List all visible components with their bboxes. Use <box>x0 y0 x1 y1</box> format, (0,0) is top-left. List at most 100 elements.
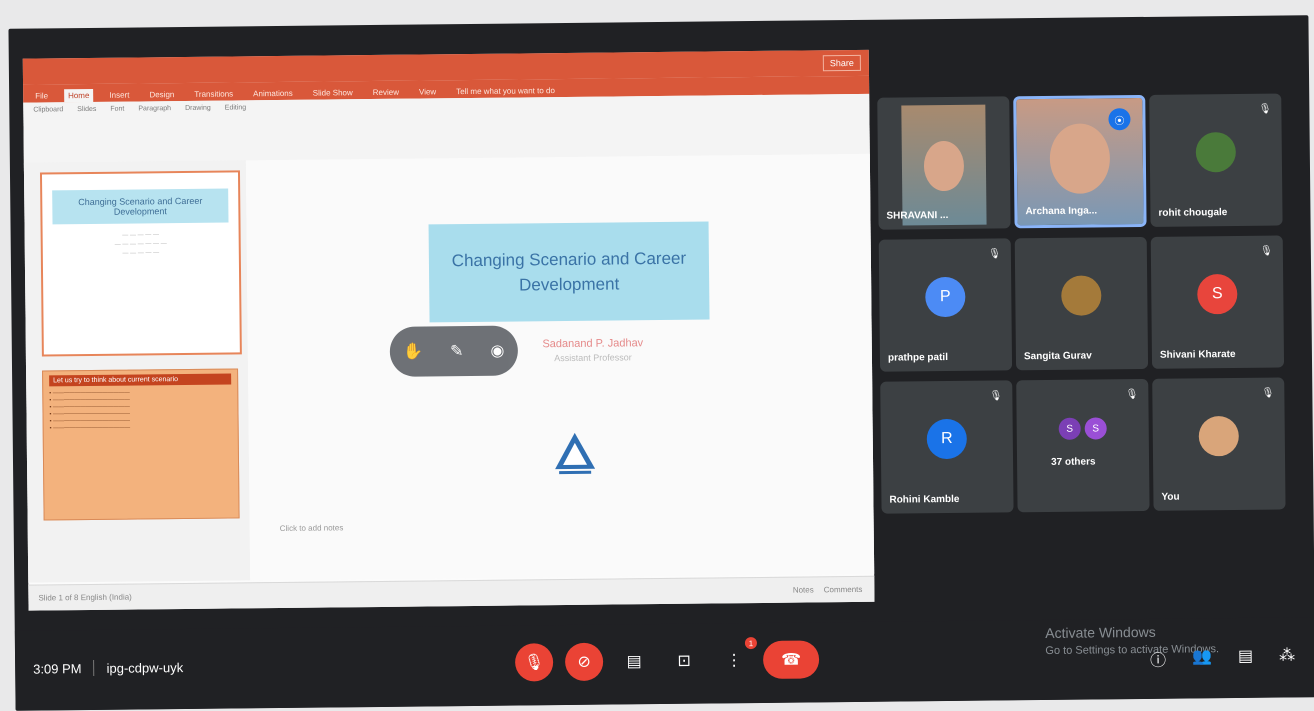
participant-tile[interactable]: 🎙 P prathpe patil <box>878 238 1013 372</box>
avatar <box>1195 131 1237 173</box>
avatar: S <box>1084 417 1107 440</box>
right-controls: ⓘ 👥 ▤ ⁂ <box>1150 645 1295 671</box>
meet-window: Share File Home Insert Design Transition… <box>8 15 1314 711</box>
participant-name: Sangita Gurav <box>1023 350 1092 363</box>
more-options-button[interactable]: ⋮ 1 <box>715 637 758 679</box>
info-icon[interactable]: ⓘ <box>1150 647 1166 671</box>
hand-icon[interactable]: ✋ <box>403 342 423 362</box>
college-logo-icon <box>555 432 596 475</box>
avatar: P <box>925 276 966 318</box>
participant-tile[interactable]: 🎙 R Rohini Kamble <box>880 380 1014 514</box>
captions-button[interactable]: ▤ <box>615 642 653 680</box>
comments-toggle[interactable]: Comments <box>824 585 863 594</box>
participant-tile[interactable]: 🎙 S Shivani Kharate <box>1150 235 1285 369</box>
participant-name: Archana Inga... <box>1025 205 1098 218</box>
ribbon-group-editing[interactable]: Editing <box>225 104 247 164</box>
ribbon-group-label: Paragraph <box>138 105 172 113</box>
participant-tile-speaking[interactable]: ⦿ Archana Inga... <box>1013 94 1147 229</box>
tab-view[interactable]: View <box>415 85 440 98</box>
screenshare-control-pill: ✋ ✎ ◉ <box>389 325 519 377</box>
divider <box>93 659 95 676</box>
chat-icon[interactable]: ▤ <box>1238 646 1253 670</box>
status-text: Slide 1 of 8 English (India) <box>38 592 132 603</box>
people-icon[interactable]: 👥 <box>1192 646 1212 670</box>
notes-placeholder[interactable]: Click to add notes <box>280 523 344 533</box>
captions-icon: ▤ <box>626 653 642 671</box>
thumb-bullets: ▪ —————————————— ▪ —————————————— ▪ ——————… <box>49 389 131 432</box>
participant-name: Shivani Kharate <box>1159 348 1236 361</box>
pen-icon[interactable]: ✎ <box>450 341 464 361</box>
avatar: R <box>926 418 968 460</box>
participant-name: SHRAVANI ... <box>886 209 949 222</box>
avatar: S <box>1197 273 1238 315</box>
speaking-indicator-icon: ⦿ <box>1108 108 1131 131</box>
ribbon-group-label: Drawing <box>185 104 211 112</box>
slide-title: Changing Scenario and Career Development <box>428 221 710 323</box>
ribbon-group-slides[interactable]: Slides <box>77 106 97 166</box>
tab-design[interactable]: Design <box>145 88 178 101</box>
clock-time: 3:09 PM <box>33 660 82 677</box>
participant-tile-self[interactable]: 🎙 You <box>1152 377 1286 511</box>
muted-mic-icon: 🎙 <box>1260 245 1273 257</box>
muted-mic-icon: 🎙 <box>988 248 1001 260</box>
avatar: S <box>1058 417 1081 440</box>
present-icon: ⊡ <box>677 652 691 670</box>
activities-icon[interactable]: ⁂ <box>1279 645 1295 669</box>
presenter-role: Assistant Professor <box>554 352 632 364</box>
notification-badge: 1 <box>744 637 758 650</box>
mic-off-icon: 🎙 <box>523 654 545 672</box>
camera-toggle-button[interactable]: ⊘ <box>564 642 604 682</box>
ribbon-group-paragraph[interactable]: Paragraph <box>138 105 171 165</box>
tab-review[interactable]: Review <box>369 86 403 99</box>
slide-canvas[interactable]: Changing Scenario and Career Development… <box>245 153 875 581</box>
video-feed <box>901 104 987 226</box>
participant-tile[interactable]: SHRAVANI ... <box>877 96 1011 230</box>
ribbon-group-drawing[interactable]: Drawing <box>185 105 211 165</box>
tab-insert[interactable]: Insert <box>105 89 133 102</box>
thumb-subtext: — — — — — — — — — — — — — — — — — <box>114 232 167 257</box>
shared-presentation: Share File Home Insert Design Transition… <box>22 49 875 611</box>
ppt-share-button[interactable]: Share <box>822 54 861 72</box>
slide-thumbnail-2[interactable]: Let us try to think about current scenar… <box>42 368 240 521</box>
avatar <box>1061 275 1102 316</box>
participant-tile-others[interactable]: 🎙 S S 37 others <box>1016 378 1150 513</box>
participant-tile[interactable]: 🎙 rohit chougale <box>1149 93 1283 227</box>
leave-call-button[interactable]: ☎ <box>762 640 820 679</box>
thumb-title: Let us try to think about current scenar… <box>49 373 232 387</box>
stop-share-icon[interactable]: ◉ <box>490 341 504 361</box>
slide-thumbnail-1[interactable]: Changing Scenario and Career Development… <box>39 170 242 357</box>
camera-off-icon: ⊘ <box>577 653 591 671</box>
mic-toggle-button[interactable]: 🎙 <box>514 643 554 682</box>
ribbon-group-label: Slides <box>77 105 97 114</box>
meeting-code: ipg-cdpw-uyk <box>106 659 184 676</box>
muted-mic-icon: 🎙 <box>989 390 1003 402</box>
ribbon-group-label: Font <box>110 105 125 113</box>
tell-me-box[interactable]: Tell me what you want to do <box>452 84 559 98</box>
activate-line1: Activate Windows <box>1045 623 1156 642</box>
meeting-info: 3:09 PM ipg-cdpw-uyk <box>33 659 183 677</box>
presenter-block: Sadanand P. Jadhav Assistant Professor <box>498 336 688 366</box>
ribbon-group-label: Editing <box>224 104 247 112</box>
ribbon-group-clipboard[interactable]: Clipboard <box>33 106 64 166</box>
tab-slideshow[interactable]: Slide Show <box>309 86 357 100</box>
hang-up-icon: ☎ <box>781 651 802 669</box>
ribbon-group-label: Clipboard <box>33 106 64 114</box>
muted-mic-icon: 🎙 <box>1258 103 1272 115</box>
participant-name: 37 others <box>1051 456 1096 468</box>
tab-home[interactable]: Home <box>63 88 94 103</box>
participant-name: You <box>1161 491 1180 503</box>
ribbon-group-font[interactable]: Font <box>110 106 125 166</box>
meet-control-bar: 3:09 PM ipg-cdpw-uyk 🎙 ⊘ ▤ ⊡ ⋮ 1 ☎ Activ… <box>14 617 1314 711</box>
more-vert-icon: ⋮ <box>726 652 743 670</box>
participant-tile[interactable]: Sangita Gurav <box>1014 236 1149 371</box>
present-button[interactable]: ⊡ <box>665 642 703 680</box>
tab-animations[interactable]: Animations <box>249 87 297 100</box>
muted-mic-icon: 🎙 <box>1261 387 1275 399</box>
participant-name: Rohini Kamble <box>889 493 960 506</box>
thumb-title: Changing Scenario and Career Development <box>52 188 229 225</box>
muted-mic-icon: 🎙 <box>1125 389 1139 401</box>
notes-toggle[interactable]: Notes <box>793 585 814 594</box>
tab-file[interactable]: File <box>31 89 52 102</box>
tab-transitions[interactable]: Transitions <box>190 87 237 100</box>
avatar <box>1198 415 1240 457</box>
